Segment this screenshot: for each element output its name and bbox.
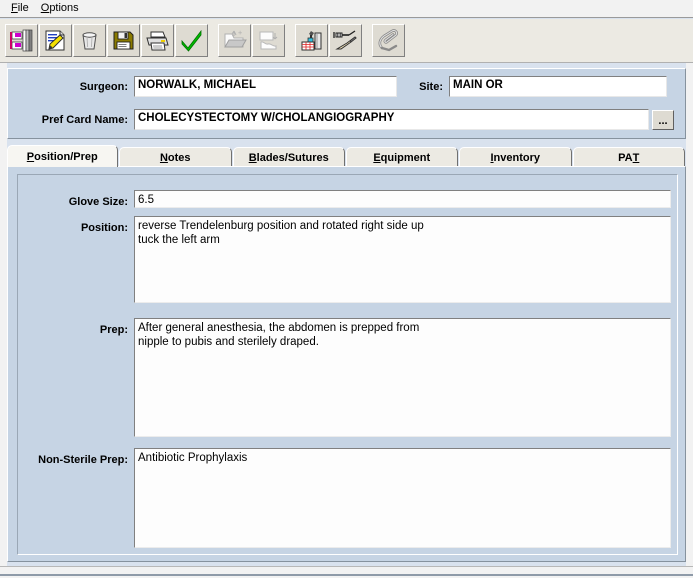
toolbar-separator	[286, 24, 295, 57]
menu-item-file[interactable]: File	[8, 1, 38, 16]
menu-item-options[interactable]: Options	[38, 1, 88, 16]
glove-size-field[interactable]: 6.5	[134, 190, 671, 208]
new-pref-card-icon[interactable]	[5, 23, 38, 57]
approve-checkmark-icon[interactable]	[175, 23, 208, 57]
supplies-table-icon[interactable]	[295, 23, 328, 57]
header-panel: Surgeon: NORWALK, MICHAEL Site: MAIN OR …	[7, 68, 686, 139]
toolbar-separator	[363, 24, 372, 57]
tab-equipment[interactable]: Equipment	[345, 147, 458, 167]
site-label: Site:	[419, 81, 443, 93]
window-bottom-ridge	[0, 574, 693, 576]
instruments-syringe-scalpel-icon[interactable]	[329, 23, 362, 57]
position-textarea[interactable]: reverse Trendelenburg position and rotat…	[134, 216, 671, 303]
print-printer-icon[interactable]	[141, 23, 174, 57]
import-open-folder-icon[interactable]: +	[218, 23, 251, 57]
non-sterile-prep-textarea[interactable]: Antibiotic Prophylaxis	[134, 448, 671, 548]
pref-card-browse-button[interactable]: ...	[652, 110, 674, 130]
pref-card-name-label: Pref Card Name:	[41, 114, 128, 126]
save-floppy-icon[interactable]	[107, 23, 140, 57]
pref-card-window: File Options + Surgeon: NORWALK, MICHAEL…	[0, 0, 693, 578]
toolbar-separator	[209, 24, 218, 57]
menu-bar: File Options	[0, 0, 693, 18]
window-edge-left	[0, 63, 7, 566]
window-bottom-frame	[0, 566, 693, 578]
prep-textarea[interactable]: After general anesthesia, the abdomen is…	[134, 318, 671, 437]
glove-size-label: Glove Size:	[68, 196, 128, 208]
pref-card-name-field[interactable]: CHOLECYSTECTOMY W/CHOLANGIOGRAPHY	[134, 109, 649, 130]
svg-text:+: +	[238, 29, 242, 37]
window-edge-right	[686, 63, 693, 566]
prep-label: Prep:	[99, 324, 128, 336]
tab-position-prep[interactable]: Position/Prep	[7, 145, 118, 167]
tab-panel-position-prep: Glove Size: 6.5 Position: reverse Trende…	[7, 166, 686, 562]
tab-notes[interactable]: Notes	[118, 147, 232, 167]
position-prep-inner-panel: Glove Size: 6.5 Position: reverse Trende…	[17, 174, 678, 555]
tab-pat[interactable]: PA T	[572, 147, 685, 167]
surgeon-field[interactable]: NORWALK, MICHAEL	[134, 76, 397, 97]
edit-document-icon[interactable]	[39, 23, 72, 57]
tab-blades-sutures[interactable]: Blades/Sutures	[233, 147, 345, 167]
export-page-down-icon[interactable]	[252, 23, 285, 57]
tab-inventory[interactable]: Inventory	[459, 147, 572, 167]
toolbar: +	[0, 19, 693, 63]
surgeon-label: Surgeon:	[79, 81, 128, 93]
delete-trash-icon[interactable]	[73, 23, 106, 57]
attachment-paperclip-icon[interactable]	[372, 23, 405, 57]
site-field[interactable]: MAIN OR	[449, 76, 667, 97]
tab-strip: Position/Prep Notes Blades/Sutures Equip…	[7, 145, 686, 167]
non-sterile-prep-label: Non-Sterile Prep:	[38, 454, 128, 466]
position-label: Position:	[80, 222, 128, 234]
